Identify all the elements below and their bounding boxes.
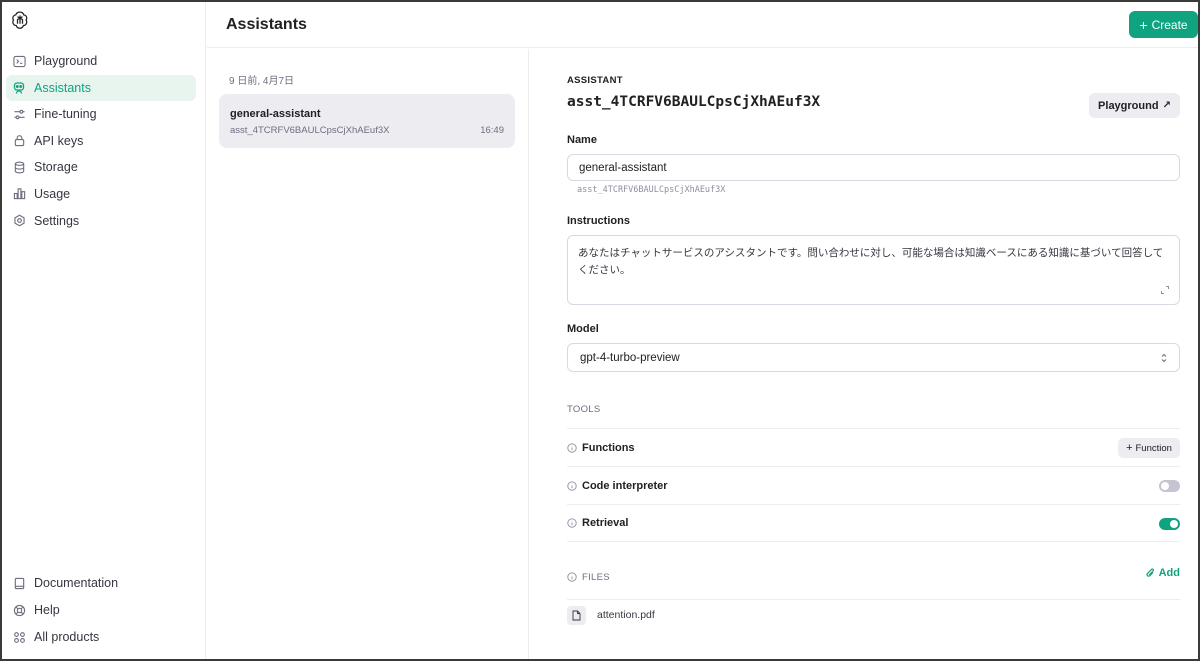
model-select[interactable]: gpt-4-turbo-preview [567, 343, 1180, 372]
sidebar-item-label: Documentation [34, 576, 119, 590]
create-button[interactable]: + Create [1129, 11, 1198, 38]
tool-row-functions: Functions + Function [567, 428, 1180, 466]
sidebar-item-fine-tuning[interactable]: Fine-tuning [6, 101, 196, 127]
tools-heading: TOOLS [567, 404, 601, 415]
info-icon[interactable] [567, 480, 577, 491]
name-input-value: general-assistant [579, 161, 667, 174]
section-overline: ASSISTANT [567, 75, 623, 86]
sidebar-item-label: Assistants [34, 80, 91, 95]
sidebar: Playground Assistants Fine-tuning API ke… [2, 2, 206, 659]
robot-icon [12, 81, 26, 95]
openai-logo-icon[interactable] [10, 10, 30, 30]
sidebar-item-playground[interactable]: Playground [6, 48, 196, 74]
sidebar-item-settings[interactable]: Settings [6, 208, 196, 234]
sidebar-item-all-products[interactable]: All products [6, 624, 196, 650]
add-file-button[interactable]: Add [1145, 567, 1180, 579]
assistant-id-heading: asst_4TCRFV6BAULCpsCjXhAEuf3X [567, 94, 821, 110]
sliders-icon [12, 107, 26, 121]
instructions-label: Instructions [567, 215, 630, 227]
lock-icon [12, 134, 26, 148]
sidebar-item-label: Settings [34, 213, 80, 228]
sidebar-item-api-keys[interactable]: API keys [6, 128, 196, 154]
info-icon[interactable] [567, 442, 577, 453]
tool-row-code-interpreter: Code interpreter [567, 466, 1180, 504]
grid-icon [12, 630, 26, 644]
retrieval-toggle[interactable] [1159, 518, 1180, 530]
app-window: Playground Assistants Fine-tuning API ke… [0, 0, 1200, 661]
toggle-knob [1161, 482, 1169, 490]
sidebar-item-assistants[interactable]: Assistants [6, 74, 196, 101]
sidebar-item-label: Storage [34, 160, 78, 175]
gear-icon [12, 214, 26, 228]
page-title: Assistants [226, 16, 307, 33]
name-label: Name [567, 134, 597, 146]
date-group-label: 9 日前, 4月7日 [229, 76, 295, 87]
sidebar-nav: Playground Assistants Fine-tuning API ke… [6, 48, 196, 234]
playground-button[interactable]: Playground ↗ [1089, 93, 1180, 118]
instructions-textarea[interactable]: あなたはチャットサービスのアシスタントです。問い合わせに対し、可能な場合は知識ベ… [567, 235, 1180, 305]
sidebar-item-documentation[interactable]: Documentation [6, 570, 196, 596]
lifebuoy-icon [12, 603, 26, 617]
plus-icon: + [1139, 16, 1148, 33]
database-icon [12, 160, 26, 174]
assistant-timestamp: 16:49 [480, 125, 504, 136]
sidebar-item-storage[interactable]: Storage [6, 154, 196, 180]
page-header: Assistants + Create [207, 2, 1198, 48]
files-header: FILES Add [567, 555, 1180, 600]
sidebar-footer: Documentation Help All products [6, 570, 196, 651]
info-icon[interactable] [567, 572, 577, 582]
sidebar-item-label: API keys [34, 133, 84, 148]
toggle-knob [1170, 520, 1178, 528]
terminal-icon [12, 54, 26, 68]
expand-icon[interactable] [1160, 285, 1170, 295]
book-icon [12, 576, 26, 590]
sidebar-item-label: Usage [34, 186, 71, 201]
model-label: Model [567, 323, 599, 335]
sidebar-item-usage[interactable]: Usage [6, 181, 196, 207]
file-icon [567, 605, 586, 625]
tool-label: Code interpreter [582, 479, 668, 492]
paperclip-icon [1146, 568, 1154, 577]
file-item[interactable]: attention.pdf [567, 600, 655, 630]
assistant-list: 9 日前, 4月7日 general-assistant asst_4TCRFV… [207, 49, 529, 659]
sidebar-item-label: Fine-tuning [34, 107, 97, 122]
add-function-button[interactable]: + Function [1118, 438, 1180, 458]
list-item[interactable]: general-assistant asst_4TCRFV6BAULCpsCjX… [219, 94, 515, 148]
assistant-name: general-assistant [230, 108, 321, 120]
name-input[interactable]: general-assistant [567, 154, 1180, 181]
sidebar-item-label: All products [34, 630, 100, 644]
model-select-value: gpt-4-turbo-preview [580, 351, 680, 364]
external-arrow-icon: ↗ [1162, 100, 1171, 111]
bar-chart-icon [12, 187, 26, 201]
add-function-label: Function [1135, 442, 1172, 454]
assistant-id-caption: asst_4TCRFV6BAULCpsCjXhAEuf3X [577, 185, 726, 195]
plus-icon: + [1126, 442, 1133, 454]
create-button-label: Create [1151, 17, 1188, 32]
sidebar-item-label: Playground [34, 54, 98, 68]
tool-label: Retrieval [582, 517, 629, 529]
sidebar-item-label: Help [34, 603, 60, 617]
files-heading: FILES [582, 571, 610, 583]
assistant-id: asst_4TCRFV6BAULCpsCjXhAEuf3X [230, 125, 390, 136]
file-name: attention.pdf [597, 609, 655, 621]
instructions-value: あなたはチャットサービスのアシスタントです。問い合わせに対し、可能な場合は知識ベ… [578, 247, 1164, 276]
tool-label: Functions [582, 441, 635, 454]
assistant-detail: ASSISTANT asst_4TCRFV6BAULCpsCjXhAEuf3X … [567, 49, 1180, 659]
add-file-label: Add [1158, 567, 1180, 579]
code-interpreter-toggle[interactable] [1159, 480, 1180, 492]
sidebar-item-help[interactable]: Help [6, 597, 196, 623]
chevron-up-down-icon [1161, 353, 1167, 363]
playground-button-label: Playground [1098, 99, 1159, 112]
info-icon[interactable] [567, 518, 577, 528]
tool-row-retrieval: Retrieval [567, 504, 1180, 542]
